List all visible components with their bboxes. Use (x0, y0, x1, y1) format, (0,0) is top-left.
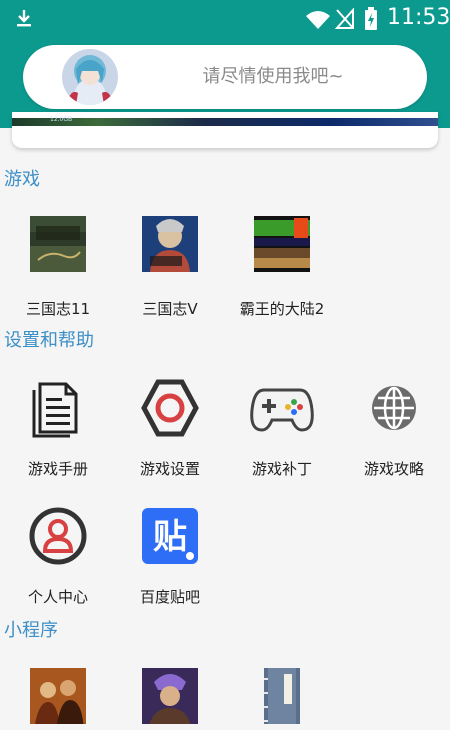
guide-label: 游戏攻略 (363, 460, 424, 478)
game-thumbnail (30, 216, 86, 272)
section-title-settings: 设置和帮助 (4, 330, 94, 351)
gamepad-icon (250, 388, 314, 432)
download-icon (17, 10, 31, 27)
mini-program-item[interactable] (2, 668, 114, 730)
profile-label: 个人中心 (27, 588, 88, 606)
game-label: 霸王的大陆2 (239, 300, 325, 318)
manual-label: 游戏手册 (27, 460, 88, 478)
status-bar: 11:53 (0, 0, 450, 36)
status-time: 11:53 (387, 5, 450, 30)
patch-item[interactable]: 游戏补丁 (226, 376, 338, 482)
guide-item[interactable]: 游戏攻略 (338, 376, 450, 482)
manual-item[interactable]: 游戏手册 (2, 376, 114, 482)
game-thumbnail (254, 216, 310, 272)
game-label: 三国志11 (25, 300, 91, 318)
tieba-item[interactable]: 贴 百度贴吧 (114, 504, 226, 610)
mini-program-thumbnail (142, 668, 198, 724)
game-label: 三国志V (142, 300, 198, 318)
patch-label: 游戏补丁 (251, 460, 312, 478)
banner-text: 12.0GB (50, 116, 73, 123)
mini-program-thumbnail (254, 668, 310, 724)
user-icon (29, 507, 87, 565)
game-thumbnail (142, 216, 198, 272)
banner-card[interactable]: 12.0GB (12, 112, 438, 148)
settings-item[interactable]: 游戏设置 (114, 376, 226, 482)
app-header: 11:53 请尽情使用我吧~ (0, 0, 450, 128)
game-item-sanguozhi11[interactable]: 三国志11 (2, 216, 114, 322)
globe-icon (372, 386, 416, 430)
no-signal-icon (335, 8, 354, 29)
wifi-icon (306, 11, 330, 29)
settings-label: 游戏设置 (139, 460, 200, 478)
game-item-sanguozhi5[interactable]: 三国志V (114, 216, 226, 322)
section-title-mini: 小程序 (4, 620, 58, 641)
assistant-search-bar[interactable]: 请尽情使用我吧~ (23, 45, 427, 109)
banner-image (12, 118, 438, 126)
svg-text:贴: 贴 (153, 517, 187, 557)
document-icon (32, 382, 78, 438)
tieba-icon: 贴 (142, 508, 198, 564)
hexagon-settings-icon (141, 379, 199, 437)
battery-icon (365, 7, 377, 30)
mini-program-thumbnail (30, 668, 86, 724)
avatar[interactable] (62, 49, 118, 105)
tieba-label: 百度贴吧 (139, 588, 200, 606)
mini-program-item[interactable] (226, 668, 338, 730)
profile-item[interactable]: 个人中心 (2, 504, 114, 610)
assistant-prompt-text[interactable]: 请尽情使用我吧~ (163, 65, 383, 89)
game-item-bawang-dalu2[interactable]: 霸王的大陆2 (226, 216, 338, 322)
mini-program-item[interactable] (114, 668, 226, 730)
section-title-games: 游戏 (4, 169, 40, 190)
